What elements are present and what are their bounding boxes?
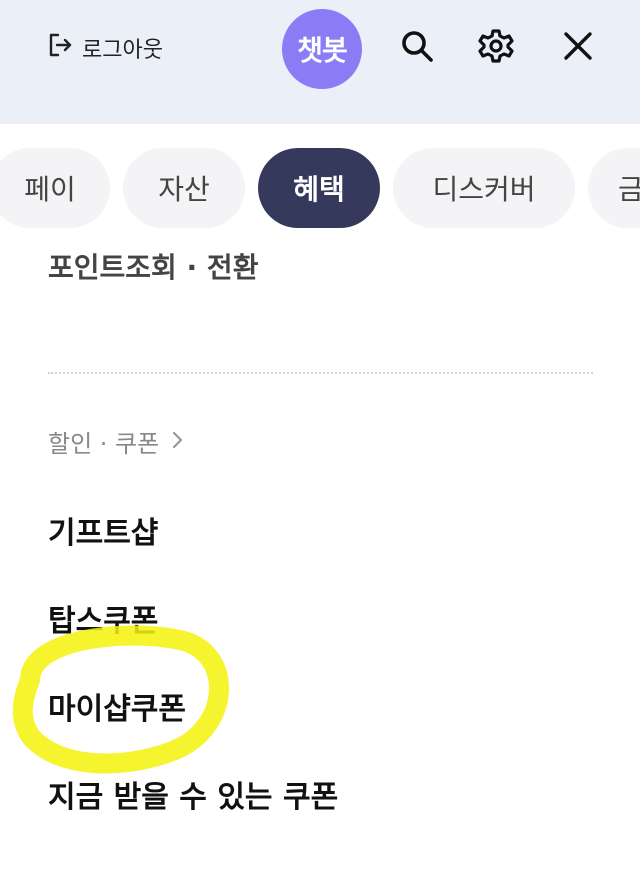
tab-discover[interactable]: 디스커버 [393,148,575,228]
tab-label: 페이 [24,173,76,206]
section-title-label: 할인 · 쿠폰 [48,430,160,458]
tab-label: 혜택 [293,173,345,206]
search-button[interactable] [397,28,437,68]
tab-finance[interactable]: 금 [588,148,640,228]
tab-pay[interactable]: 페이 [0,148,110,228]
category-tabs: 페이 자산 혜택 디스커버 금 [0,148,640,228]
menu-item-available-coupons[interactable]: 지금 받을 수 있는 쿠폰 [48,772,338,816]
close-icon [559,27,597,69]
chatbot-button[interactable]: 챗봇 [282,9,362,89]
logout-button[interactable]: 로그아웃 [46,30,163,66]
tab-benefits[interactable]: 혜택 [258,148,380,228]
tab-label: 디스커버 [432,173,536,206]
logout-label: 로그아웃 [82,38,163,63]
divider [48,372,593,374]
menu-item-tops-coupon[interactable]: 탑스쿠폰 [48,596,158,640]
settings-button[interactable] [476,28,516,68]
top-bar: 로그아웃 챗봇 [0,0,640,124]
menu-item-gift-shop[interactable]: 기프트샵 [48,508,158,552]
chatbot-label: 챗봇 [297,34,348,67]
gear-icon [477,27,515,69]
search-icon [398,27,436,69]
tab-assets[interactable]: 자산 [123,148,245,228]
tab-label: 금 [618,173,640,206]
close-button[interactable] [558,28,598,68]
tab-label: 자산 [158,173,210,206]
menu-item-my-shop-coupon[interactable]: 마이샵쿠폰 [48,684,186,728]
section-title-discount-coupon[interactable]: 할인 · 쿠폰 [48,424,187,459]
point-inquiry-link[interactable]: 포인트조회 · 전환 [48,246,258,286]
chevron-right-icon [167,428,187,456]
logout-icon [46,31,74,65]
